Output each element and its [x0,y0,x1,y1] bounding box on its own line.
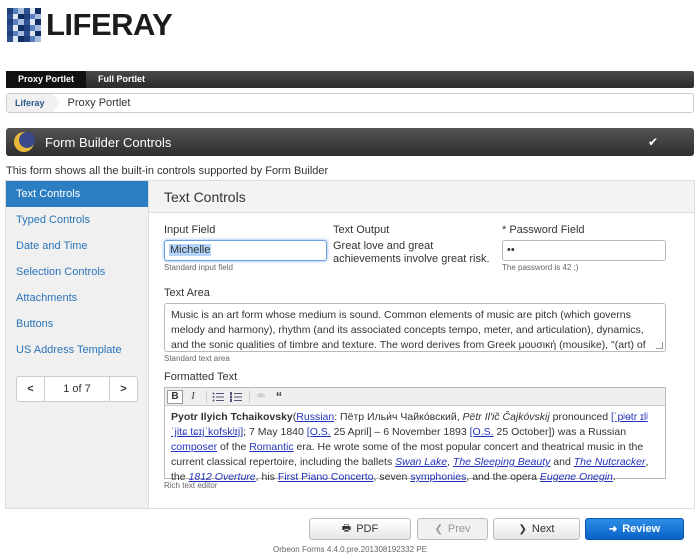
text-run: pronounced [549,411,612,423]
text-area-value: Music is an art form whose medium is sou… [171,309,646,351]
section-content: Text Controls Input Field Michelle Stand… [149,181,694,508]
formatted-text-label: Formatted Text [164,371,238,383]
link-romantic[interactable]: Romantic [249,441,293,453]
logo-text: LIFERAY [46,7,173,42]
form-container: Text Controls Typed Controls Date and Ti… [5,180,695,509]
text-area-label: Text Area [164,287,210,299]
text-area-hint: Standard text area [164,354,230,363]
rich-text-editor[interactable]: B I ⚮ “ Pyotr Ilyich Tchaikovsky(Russian… [164,387,666,483]
link-sleeping-beauty[interactable]: The Sleeping Beauty [453,456,550,468]
required-mark: * [502,224,507,236]
text-run: of the [217,441,250,453]
pager-prev-button[interactable]: < [17,377,45,401]
sidebar-item-us-address-template[interactable]: US Address Template [6,337,148,363]
link-symphonies[interactable]: symphonies [410,471,466,483]
link-first-piano-concerto[interactable]: First Piano Concerto [278,471,374,483]
footer-version: Orbeon Forms 4.4.0.pre.201308192332 PE [273,545,427,554]
arrow-right-icon: ➜ [608,523,618,535]
text-run: , his [255,471,278,483]
quote-icon[interactable]: “ [271,389,287,404]
link-swan-lake[interactable]: Swan Lake [395,456,447,468]
input-field-label: Input Field [164,224,216,236]
section-pager: < 1 of 7 > [16,376,138,402]
bold-text: Pyotr Ilyich Tchaikovsky [171,411,293,423]
unlink-icon[interactable]: ⚮ [253,390,269,404]
sidebar-item-date-and-time[interactable]: Date and Time [6,233,148,259]
pager-text: 1 of 7 [63,383,91,395]
liferay-logo[interactable]: LIFERAY [6,5,173,45]
orbeon-icon [13,131,35,153]
text-output-value: Great love and great achievements involv… [333,240,490,265]
editor-toolbar: B I ⚮ “ [165,388,665,406]
password-field-label: * Password Field [502,224,585,236]
sidebar-item-typed-controls[interactable]: Typed Controls [6,207,148,233]
section-title: Text Controls [149,181,694,213]
password-label-text: Password Field [509,224,585,236]
text-run: 25 October]) was a Russian [493,426,627,438]
link-russian[interactable]: Russian [296,411,334,423]
text-run: and [550,456,574,468]
text-run: ; 7 May 1840 [243,426,307,438]
next-button[interactable]: ❯ Next [493,518,580,540]
text-run: . [612,471,616,483]
sidebar-item-selection-controls[interactable]: Selection Controls [6,259,148,285]
nav-item-full-portlet[interactable]: Full Portlet [86,71,157,88]
editor-content[interactable]: Pyotr Ilyich Tchaikovsky(Russian: Пётр И… [165,406,665,489]
text-run: , and the opera [466,471,540,483]
sidebar-item-attachments[interactable]: Attachments [6,285,148,311]
link-os[interactable]: [O.S. [470,426,494,438]
chevron-left-icon: ❮ [434,523,443,535]
breadcrumb: Liferay Proxy Portlet [6,93,694,113]
section-sidebar: Text Controls Typed Controls Date and Ti… [6,181,149,508]
password-field[interactable]: •• [502,240,666,261]
prev-button-label: Prev [447,523,471,535]
top-navigation: Proxy Portlet Full Portlet [6,71,694,88]
breadcrumb-item-proxy-portlet: Proxy Portlet [67,97,131,109]
toolbar-separator [249,390,250,403]
prev-button[interactable]: ❮ Prev [417,518,488,540]
text-output-label: Text Output [333,224,390,236]
text-area[interactable]: Music is an art form whose medium is sou… [164,303,666,352]
input-field-hint: Standard input field [164,263,233,272]
text-run: : Пётр Ильи́ч Чайко́вский, [334,411,463,423]
pdf-button-label: PDF [356,523,379,535]
text-run: 25 April] – 6 November 1893 [330,426,470,438]
check-icon[interactable]: ✔ [648,135,658,149]
breadcrumb-separator-icon [52,94,60,112]
toolbar-separator [206,390,207,403]
sidebar-item-text-controls[interactable]: Text Controls [6,181,148,207]
next-button-label: Next [531,523,555,535]
link-composer[interactable]: composer [171,441,217,453]
text-run: , seven [373,471,411,483]
portlet-title: Form Builder Controls [45,134,172,150]
pdf-button[interactable]: 🖶 PDF [309,518,411,540]
link-os[interactable]: [O.S. [307,426,331,438]
italic-button[interactable]: I [185,390,201,404]
printer-icon: 🖶 [341,522,352,534]
link-eugene-onegin[interactable]: Eugene Onegin [540,471,613,483]
link-nutcracker[interactable]: The Nutcracker [574,456,646,468]
formatted-text-hint: Rich text editor [164,481,218,490]
italic-text: Pëtr Il'ič Čajkóvskij [462,411,550,423]
chevron-right-icon: ❯ [518,523,527,535]
portlet-title-bar: Form Builder Controls ✔ [6,128,694,156]
liferay-logo-icon [6,7,42,43]
pager-next-button[interactable]: > [109,377,137,401]
input-field-value: Michelle [169,244,212,256]
resize-handle-icon[interactable] [656,342,663,349]
sidebar-item-buttons[interactable]: Buttons [6,311,148,337]
logo-tile [35,36,41,42]
password-field-hint: The password is 42 ;) [502,263,579,272]
nav-item-proxy-portlet[interactable]: Proxy Portlet [6,71,87,88]
form-description: This form shows all the built-in control… [6,165,329,177]
bold-button[interactable]: B [167,389,183,404]
review-button[interactable]: ➜ Review [585,518,684,540]
numbered-list-icon[interactable] [228,390,244,404]
breadcrumb-item-liferay[interactable]: Liferay [7,94,53,112]
bulleted-list-icon[interactable] [210,390,226,404]
review-button-label: Review [622,523,661,535]
input-field[interactable]: Michelle [164,240,327,261]
